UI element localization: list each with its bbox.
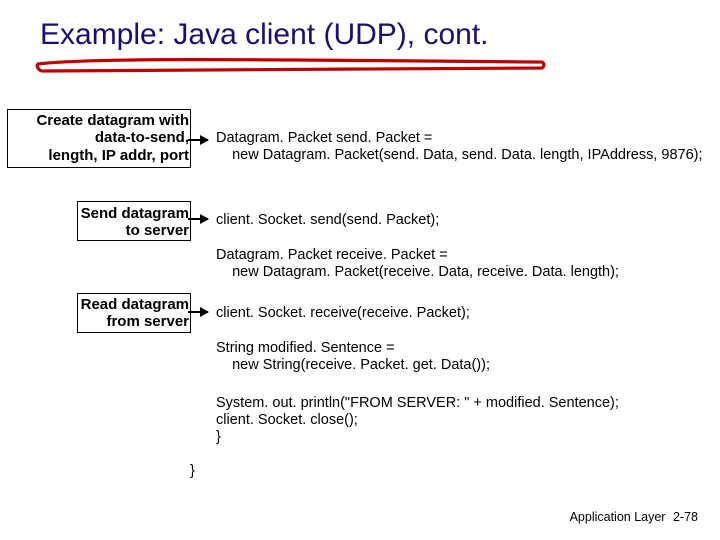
annotation-create-datagram: Create datagram with data-to-send, lengt… [0,112,189,164]
code-line: new Datagram. Packet(receive. Data, rece… [216,264,619,281]
footer-label: Application Layer [570,510,666,524]
code-line: } [190,463,195,480]
arrow-3 [188,311,208,313]
code-line: } [216,429,221,446]
code-line: new Datagram. Packet(send. Data, send. D… [216,147,703,164]
code-line: System. out. println("FROM SERVER: " + m… [216,395,619,412]
code-line: Datagram. Packet send. Packet = [216,130,432,147]
arrow-1 [188,139,208,141]
code-line: client. Socket. close(); [216,412,358,429]
code-line: client. Socket. receive(receive. Packet)… [216,305,470,322]
annotation-line: Read datagram [81,296,189,313]
code-line: String modified. Sentence = [216,340,395,357]
annotation-line: data-to-send, [95,129,189,146]
code-line: new String(receive. Packet. get. Data())… [216,357,490,374]
arrow-2 [188,218,208,220]
annotation-line: Create datagram with [36,112,189,129]
slide-title: Example: Java client (UDP), cont. [40,18,489,52]
page-number: 2-78 [673,510,698,524]
annotation-line: to server [126,222,189,239]
title-underline [34,54,554,84]
code-line: Datagram. Packet receive. Packet = [216,247,448,264]
annotation-line: from server [106,313,189,330]
slide: Example: Java client (UDP), cont. Create… [0,0,720,540]
annotation-line: Send datagram [81,205,189,222]
annotation-send-datagram: Send datagram to server [0,205,189,240]
code-line: client. Socket. send(send. Packet); [216,212,439,229]
annotation-line: length, IP addr, port [48,147,189,164]
annotation-read-datagram: Read datagram from server [0,296,189,331]
footer: Application Layer 2-78 [570,510,698,524]
